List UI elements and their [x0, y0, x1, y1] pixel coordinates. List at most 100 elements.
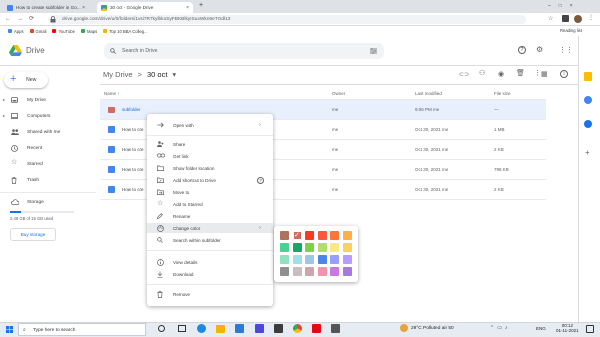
sidebar-item-shared[interactable]: Shared with me [0, 126, 96, 138]
bookmark-gmail[interactable]: Gmail [29, 29, 46, 34]
buy-storage-button[interactable]: Buy storage [10, 228, 56, 241]
browser-tab-0[interactable]: How to create subfolder in Go... × [3, 2, 89, 13]
menu-item-remove[interactable]: Remove [147, 289, 273, 299]
cortana-icon[interactable] [158, 325, 165, 332]
search-options-icon[interactable] [370, 48, 377, 54]
app-icon[interactable] [255, 324, 264, 333]
color-swatch[interactable] [330, 243, 339, 252]
column-modified-header[interactable]: Last modified [415, 91, 442, 96]
windows-start-icon[interactable] [6, 326, 13, 333]
menu-item-get-link[interactable]: Get link [147, 151, 273, 161]
color-swatch[interactable] [342, 267, 352, 276]
browser-tab-1[interactable]: 30 oct - Google Drive × [97, 2, 193, 13]
info-icon[interactable]: i [560, 70, 568, 78]
star-bookmark-icon[interactable]: ☆ [548, 15, 553, 22]
calendar-icon[interactable] [584, 72, 592, 81]
add-addon-icon[interactable]: + [585, 148, 590, 157]
sort-arrow-icon[interactable]: ↑ [117, 91, 119, 96]
color-swatch[interactable] [305, 243, 314, 252]
app-icon[interactable] [274, 324, 283, 333]
sidebar-item-starred[interactable]: ☆ Starred [0, 158, 96, 170]
reading-list-button[interactable]: Reading list [560, 28, 582, 33]
color-swatch[interactable] [292, 243, 302, 252]
help-icon[interactable]: ? [257, 176, 264, 184]
expand-arrow-icon[interactable]: ▸ [3, 113, 5, 118]
new-button[interactable]: + New [4, 72, 48, 88]
notifications-icon[interactable] [586, 325, 594, 333]
sidebar-item-computers[interactable]: ▸ Computers [0, 110, 96, 122]
sidebar-item-storage[interactable]: Storage [0, 196, 96, 208]
menu-item-add-starred[interactable]: ☆ Add to Starred [147, 199, 273, 209]
sidebar-item-trash[interactable]: Trash [0, 174, 96, 186]
clock[interactable]: 00:12 01-11-2021 [556, 323, 579, 333]
window-controls[interactable]: –□× [548, 3, 581, 9]
menu-item-open-with[interactable]: Open with › [147, 120, 273, 130]
menu-item-add-shortcut[interactable]: Add shortcut to Drive ? [147, 175, 273, 185]
keep-icon[interactable] [584, 96, 592, 104]
expand-arrow-icon[interactable]: ▸ [3, 97, 5, 102]
bookmark-colleges[interactable]: Top 10 BBA Colleg... [103, 29, 148, 34]
color-swatch[interactable] [305, 255, 314, 264]
language-indicator[interactable]: ENG [536, 326, 546, 331]
color-swatch[interactable] [317, 255, 327, 264]
menu-item-show-folder-location[interactable]: Show folder location [147, 163, 273, 173]
chrome-icon[interactable] [293, 324, 302, 333]
store-icon[interactable] [235, 324, 244, 333]
delete-trash-icon[interactable]: 🗑 [516, 69, 525, 77]
extension-icon[interactable] [562, 15, 569, 22]
color-swatch[interactable] [280, 267, 289, 276]
menu-item-rename[interactable]: Rename [147, 211, 273, 221]
color-swatch[interactable] [292, 255, 302, 264]
menu-item-search-within[interactable]: Search within subfolder [147, 235, 273, 245]
get-link-icon[interactable]: ⊂⊃ [459, 71, 469, 78]
menu-item-download[interactable]: Download [147, 269, 273, 279]
color-swatch[interactable]: ✓ [292, 231, 302, 240]
task-view-icon[interactable] [178, 325, 186, 332]
menu-item-move-to[interactable]: Move to [147, 187, 273, 197]
color-swatch[interactable] [317, 267, 327, 276]
nav-buttons[interactable]: ←→⟳ [5, 15, 40, 22]
share-person-icon[interactable]: ⚇ [479, 69, 485, 77]
color-swatch[interactable] [305, 267, 314, 276]
column-name-header[interactable]: Name ↑ [104, 91, 120, 96]
color-swatch[interactable] [317, 231, 327, 240]
taskbar-search-input[interactable]: ⌕ Type here to search [18, 323, 146, 336]
color-swatch[interactable] [342, 255, 352, 264]
search-icon[interactable] [110, 48, 116, 54]
weather-text[interactable]: 29°C Polluted air 50 [411, 326, 454, 331]
preview-eye-icon[interactable]: ◉ [498, 70, 504, 78]
file-explorer-icon[interactable] [216, 325, 225, 333]
close-icon[interactable]: × [82, 5, 85, 11]
color-swatch[interactable] [280, 255, 289, 264]
help-icon[interactable]: ? [518, 46, 526, 54]
drive-logo-icon[interactable] [9, 45, 22, 56]
color-swatch[interactable] [330, 255, 339, 264]
menu-item-view-details[interactable]: View details [147, 257, 273, 267]
color-swatch[interactable] [342, 231, 352, 240]
breadcrumb-root[interactable]: My Drive [103, 70, 133, 79]
color-swatch[interactable] [330, 231, 339, 240]
color-swatch[interactable] [317, 243, 327, 252]
settings-gear-icon[interactable]: ⚙ [536, 45, 543, 54]
browser-menu-icon[interactable]: ⋮ [588, 14, 594, 21]
new-tab-button[interactable]: + [199, 2, 203, 9]
color-swatch[interactable] [292, 267, 302, 276]
bookmark-maps[interactable]: Maps [80, 29, 97, 34]
menu-item-change-color[interactable]: Change color › [147, 223, 273, 233]
color-swatch[interactable] [305, 231, 314, 240]
sidebar-item-my-drive[interactable]: ▸ My Drive [0, 94, 96, 106]
netflix-icon[interactable] [312, 324, 321, 333]
url-input[interactable]: drive.google.com/drive/u/0/folders/1vsi7… [48, 15, 526, 24]
app-icon[interactable] [331, 324, 340, 333]
chevron-down-icon[interactable]: ▾ [172, 70, 176, 79]
color-swatch[interactable] [330, 267, 339, 276]
tasks-icon[interactable] [584, 120, 592, 128]
more-actions-icon[interactable]: ⋮ [534, 69, 541, 77]
sidebar-item-recent[interactable]: Recent [0, 142, 96, 154]
bookmark-youtube[interactable]: YouTube [52, 29, 75, 34]
breadcrumb-current[interactable]: 30 oct [147, 70, 167, 79]
apps-grid-icon[interactable]: ⋮⋮ [559, 46, 573, 54]
close-icon[interactable]: × [186, 5, 189, 11]
profile-avatar[interactable] [574, 15, 582, 23]
search-input[interactable]: Search in Drive [104, 43, 384, 59]
